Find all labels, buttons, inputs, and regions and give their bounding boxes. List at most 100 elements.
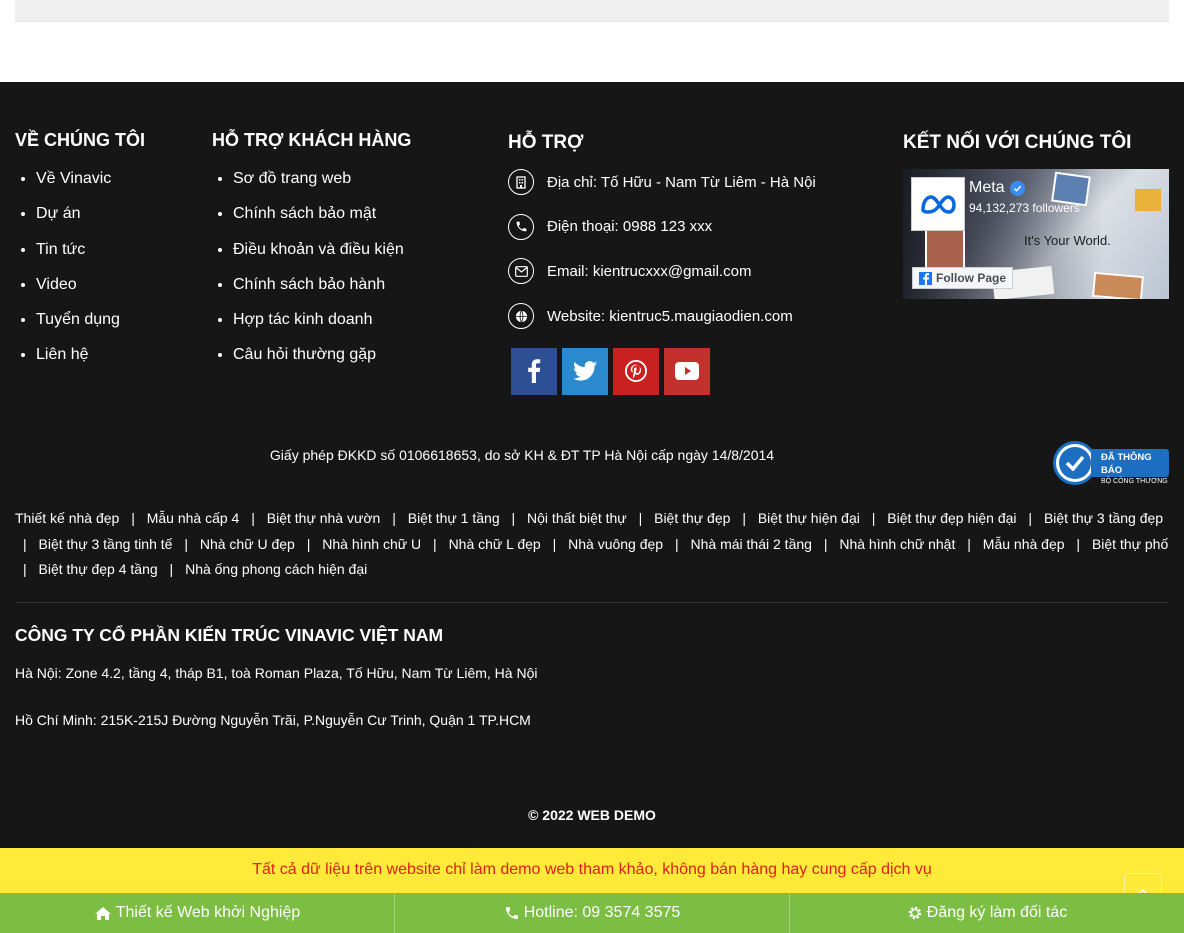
phone-icon [508,213,534,240]
facebook-icon [528,359,541,384]
tag-separator: | [131,510,135,526]
partner-register-label: Đăng ký làm đối tác [926,904,1068,921]
tag-separator: | [742,510,746,526]
hotline-label: Hotline: 09 3574 3575 [523,904,681,921]
verified-badge-icon [1009,180,1025,196]
tag-link[interactable]: Nhà vuông đẹp [568,536,663,552]
youtube-button[interactable] [664,347,710,395]
tag-link[interactable]: Nhà hình chữ nhật [839,536,955,552]
partner-register-link[interactable]: Đăng ký làm đối tác [790,893,1184,933]
footer-link[interactable]: Về Vinavic [36,169,145,189]
footer-link[interactable]: Video [36,275,145,295]
footer-divider [15,602,1169,603]
tag-link[interactable]: Biệt thự nhà vườn [267,510,381,526]
tag-separator: | [169,561,174,577]
connect-heading: KẾT NỐI VỚI CHÚNG TÔI [903,132,1132,153]
tag-separator: | [823,535,828,552]
pinterest-button[interactable] [613,347,659,395]
footer-link[interactable]: Điều khoản và điều kiện [233,240,411,260]
tag-separator: | [306,535,311,552]
business-license: Giấy phép ĐKKD số 0106618653, do sở KH &… [269,447,775,463]
footer-support-column: HỖ TRỢ Địa chỉ: Tố Hữu - Nam Từ Liêm - H… [508,132,816,395]
tag-link[interactable]: Biệt thự phố [1092,536,1168,552]
footer-link[interactable]: Câu hỏi thường gặp [233,345,411,365]
customer-support-links: Sơ đồ trang web Chính sách bảo mật Điều … [212,169,411,365]
tag-link[interactable]: Biệt thự đẹp 4 tầng [39,561,158,577]
globe-icon [508,303,534,330]
tag-separator: | [1076,535,1081,552]
tag-separator: | [184,535,188,552]
tag-separator: | [1028,510,1033,526]
top-content-strip [15,0,1169,22]
tag-link[interactable]: Mẫu nhà đẹp [983,536,1065,552]
footer-link[interactable]: Chính sách bảo mật [233,204,411,224]
facebook-button[interactable] [511,347,557,395]
email-text[interactable]: Email: kientrucxxx@gmail.com [547,263,751,280]
about-heading: VỀ CHÚNG TÔI [15,130,146,150]
demo-notice-bar: Tất cả dữ liệu trên website chỉ làm demo… [0,848,1184,893]
twitter-button[interactable] [562,347,608,395]
tag-link[interactable]: Biệt thự đẹp hiện đại [887,510,1016,526]
fb-page-name[interactable]: Meta [969,179,1005,197]
footer-link[interactable]: Tuyển dụng [36,310,145,330]
tag-separator: | [871,510,876,526]
tag-link[interactable]: Nhà mái thái 2 tầng [691,536,812,552]
twitter-icon [573,361,597,381]
tag-separator: | [23,561,27,577]
tag-link[interactable]: Nhà chữ L đẹp [449,536,541,552]
startup-web-design-label: Thiết kế Web khởi Nghiệp [115,904,301,921]
tag-link[interactable]: Biệt thự hiện đại [758,510,860,526]
building-icon [508,169,534,195]
hotline-link[interactable]: Hotline: 09 3574 3575 [395,893,790,933]
phone-text[interactable]: Điện thoại: 0988 123 xxx [547,218,712,235]
fb-follow-label: Follow Page [936,271,1007,285]
footer-link[interactable]: Sơ đồ trang web [233,169,411,189]
tag-link[interactable]: Nhà hình chữ U [322,536,421,552]
phone-icon [505,907,518,919]
footer-link[interactable]: Dự án [36,204,145,224]
tag-separator: | [638,510,643,526]
envelope-icon [508,258,534,285]
tag-separator: | [392,510,396,526]
footer-about-column: VỀ CHÚNG TÔI Về Vinavic Dự án Tin tức Vi… [15,130,145,381]
tag-link[interactable]: Nhà chữ U đẹp [200,536,295,552]
tag-link[interactable]: Biệt thự đẹp [654,510,730,526]
address-text: Địa chỉ: Tố Hữu - Nam Từ Liêm - Hà Nội [547,173,816,191]
facebook-page-widget[interactable]: Meta 94,132,273 followers It's Your Worl… [903,169,1169,299]
fb-followers: 94,132,273 followers [969,201,1080,215]
tag-link[interactable]: Thiết kế nhà đẹp [15,510,119,526]
customer-support-heading: HỖ TRỢ KHÁCH HÀNG [212,130,412,150]
startup-web-design-link[interactable]: Thiết kế Web khởi Nghiệp [0,893,395,933]
website-row: Website: kientruc5.maugiaodien.com [508,303,816,330]
tag-separator: | [251,510,255,526]
youtube-icon [675,362,699,381]
fb-tagline: It's Your World. [1024,233,1111,248]
tag-link[interactable]: Nội thất biệt thự [527,510,627,526]
footer-link[interactable]: Liên hệ [36,345,145,365]
address-row: Địa chỉ: Tố Hữu - Nam Từ Liêm - Hà Nội [508,169,816,195]
tag-link[interactable]: Biệt thự 1 tầng [408,510,500,526]
about-links: Về Vinavic Dự án Tin tức Video Tuyển dụn… [15,169,145,365]
ministry-notified-badge[interactable]: ĐÃ THÔNG BÁO BỘ CÔNG THƯƠNG [1053,441,1169,485]
tag-link[interactable]: Mẫu nhà cấp 4 [147,510,240,526]
footer-link[interactable]: Tin tức [36,240,145,260]
website-text[interactable]: Website: kientruc5.maugiaodien.com [547,308,793,325]
tag-separator: | [552,535,557,552]
tag-link[interactable]: Biệt thự 3 tầng đẹp [1044,510,1163,526]
badge-line2: BỘ CÔNG THƯƠNG [1101,478,1168,485]
footer-link[interactable]: Chính sách bảo hành [233,275,411,295]
phone-row: Điện thoại: 0988 123 xxx [508,213,816,240]
footer-link[interactable]: Hợp tác kinh doanh [233,310,411,330]
tag-separator: | [511,510,516,526]
copyright-text: © 2022 WEB DEMO [528,807,656,823]
tag-links: Thiết kế nhà đẹp | Mẫu nhà cấp 4 | Biệt … [15,506,1169,583]
tag-separator: | [674,535,679,552]
email-row: Email: kientrucxxx@gmail.com [508,258,816,285]
meta-logo-icon [911,177,965,231]
company-name: CÔNG TY CỔ PHẦN KIẾN TRÚC VINAVIC VIỆT N… [15,625,444,645]
tag-link[interactable]: Nhà ống phong cách hiện đại [185,561,367,577]
gear-icon [908,906,921,920]
fb-follow-button[interactable]: Follow Page [912,267,1014,289]
hanoi-address: Hà Nội: Zone 4.2, tầng 4, tháp B1, toà R… [15,665,538,681]
tag-link[interactable]: Biệt thự 3 tầng tinh tế [39,536,173,552]
